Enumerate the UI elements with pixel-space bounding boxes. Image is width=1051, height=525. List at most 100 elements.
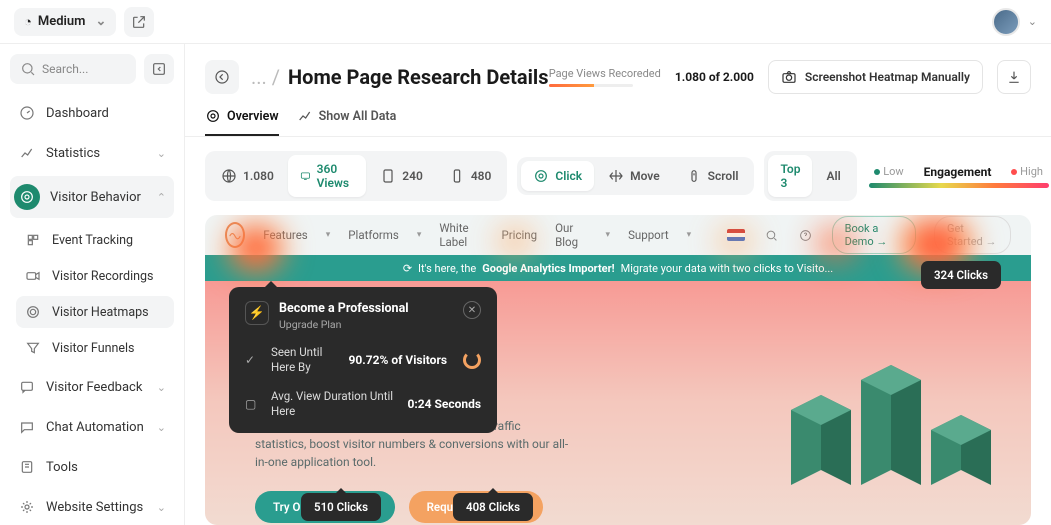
nav-visitor-feedback[interactable]: Visitor Feedback ⌄ [10,370,174,404]
avatar[interactable] [992,8,1020,36]
seg-top3[interactable]: Top 3 [768,155,812,197]
click-count-badge: 324 Clicks [921,261,1001,289]
seg-click[interactable]: Click [521,161,594,191]
close-button[interactable]: ✕ [463,301,481,319]
chevron-down-icon[interactable]: ⌄ [1028,15,1037,28]
wave-icon [228,228,242,242]
interaction-segment: Click Move Scroll [517,157,754,195]
embedded-site-nav: Features▾ Platforms▾ White Label Pricing… [205,215,1031,255]
nav-chat-automation[interactable]: Chat Automation ⌄ [10,410,174,444]
nav-visitor-funnels[interactable]: Visitor Funnels [16,332,174,364]
screenshot-button[interactable]: Screenshot Heatmap Manually [768,60,983,94]
engagement-legend: Low Engagement High [869,165,1049,188]
tools-icon [18,458,36,476]
click-count-badge: 510 Clicks [301,493,381,521]
progress-bar [549,84,633,87]
recordings-icon [24,267,42,285]
popup-row-value: 0:24 Seconds [407,397,481,411]
banner-icon: ⟳ [403,262,412,275]
camera-icon [781,69,797,85]
download-button[interactable] [997,60,1031,94]
collapse-button[interactable] [144,54,174,84]
viewport-segment: 1.080 360 Views 240 480 [205,151,507,201]
back-button[interactable] [205,60,239,94]
tab-overview[interactable]: Overview [205,108,279,136]
page-views-stat: Page Views Recoreded [549,67,661,87]
site-nav-support[interactable]: Support [628,228,669,242]
seg-move[interactable]: Move [596,161,672,191]
globe-icon [221,168,237,184]
loading-ring-icon [463,351,481,369]
click-icon [533,168,549,184]
seg-all-views[interactable]: 1.080 [209,155,286,197]
topbar: ◔ Medium ⌄ ⌄ [0,0,1051,44]
dashboard-icon [18,104,36,122]
chevron-down-icon: ⌄ [157,147,166,160]
popup-title: Become a Professional [279,301,409,316]
site-logo[interactable] [225,222,245,248]
chevron-up-icon: ⌃ [157,191,166,204]
search-icon [765,229,778,242]
desktop-icon [300,168,311,184]
nav-visitor-heatmaps[interactable]: Visitor Heatmaps [16,296,174,328]
nav-website-settings[interactable]: Website Settings ⌄ [10,490,174,524]
click-count-badge: 408 Clicks [453,493,533,521]
workspace-name: Medium [38,14,86,29]
tab-show-all-data[interactable]: Show All Data [297,108,397,136]
help-icon [799,229,812,242]
seg-240[interactable]: 240 [368,155,435,197]
site-nav-blog[interactable]: Our Blog [555,221,587,249]
filter-segment: Top 3 All [764,151,856,201]
book-demo-button[interactable]: Book a Demo → [832,216,916,254]
flag-button[interactable] [727,224,745,246]
workspace-selector[interactable]: ◔ Medium ⌄ [14,8,116,36]
mobile-icon [449,168,465,184]
popup-row-label: Avg. View Duration Until Here [271,389,397,419]
heatmaps-icon [24,303,42,321]
breadcrumb: ... / Home Page Research Details [251,65,549,89]
nav-visitor-behavior[interactable]: Visitor Behavior ⌃ [10,176,174,218]
popup-row-label: Seen Until Here By [271,345,338,375]
external-link-button[interactable] [124,7,154,37]
popup-row-value: 90.72% of Visitors [348,353,447,367]
site-search-button[interactable] [763,224,779,246]
seg-scroll[interactable]: Scroll [674,161,751,191]
statistics-icon [18,144,36,162]
collapse-icon [151,61,167,77]
site-help-button[interactable] [797,224,813,246]
chevron-down-icon: ⌄ [95,14,106,29]
announcement-banner[interactable]: ⟳ It's here, the Google Analytics Import… [205,255,1031,281]
scroll-icon [686,168,702,184]
external-link-icon [131,14,147,30]
page-views-value: 1.080 of 2.000 [675,70,754,84]
move-icon [608,168,624,184]
nav-tools[interactable]: Tools [10,450,174,484]
heatmap-canvas: Features▾ Platforms▾ White Label Pricing… [205,215,1031,525]
feedback-icon [18,378,36,396]
chat-icon [18,418,36,436]
site-nav-pricing[interactable]: Pricing [502,228,538,242]
site-nav-white-label[interactable]: White Label [439,221,483,249]
main: ... / Home Page Research Details Page Vi… [185,44,1051,525]
get-started-button[interactable]: Get Started → [934,216,1011,254]
download-icon [1006,69,1022,85]
nav-statistics[interactable]: Statistics ⌄ [10,136,174,170]
search-placeholder: Search... [42,62,88,76]
search-input[interactable]: Search... [10,54,136,84]
page-title: Home Page Research Details [288,65,548,89]
chevron-down-icon: ⌄ [157,381,166,394]
check-icon: ✓ [245,353,261,367]
close-icon: ✕ [468,305,476,316]
seg-480[interactable]: 480 [437,155,504,197]
nav-dashboard[interactable]: Dashboard [10,96,174,130]
seg-360[interactable]: 360 Views [288,155,366,197]
video-icon: ▢ [245,397,261,411]
site-nav-platforms[interactable]: Platforms [348,228,399,242]
site-nav-features[interactable]: Features [263,228,308,242]
event-tracking-icon [24,231,42,249]
bolt-icon: ⚡ [245,301,269,325]
gear-icon [18,498,36,516]
nav-visitor-recordings[interactable]: Visitor Recordings [16,260,174,292]
seg-all[interactable]: All [814,155,852,197]
nav-event-tracking[interactable]: Event Tracking [16,224,174,256]
